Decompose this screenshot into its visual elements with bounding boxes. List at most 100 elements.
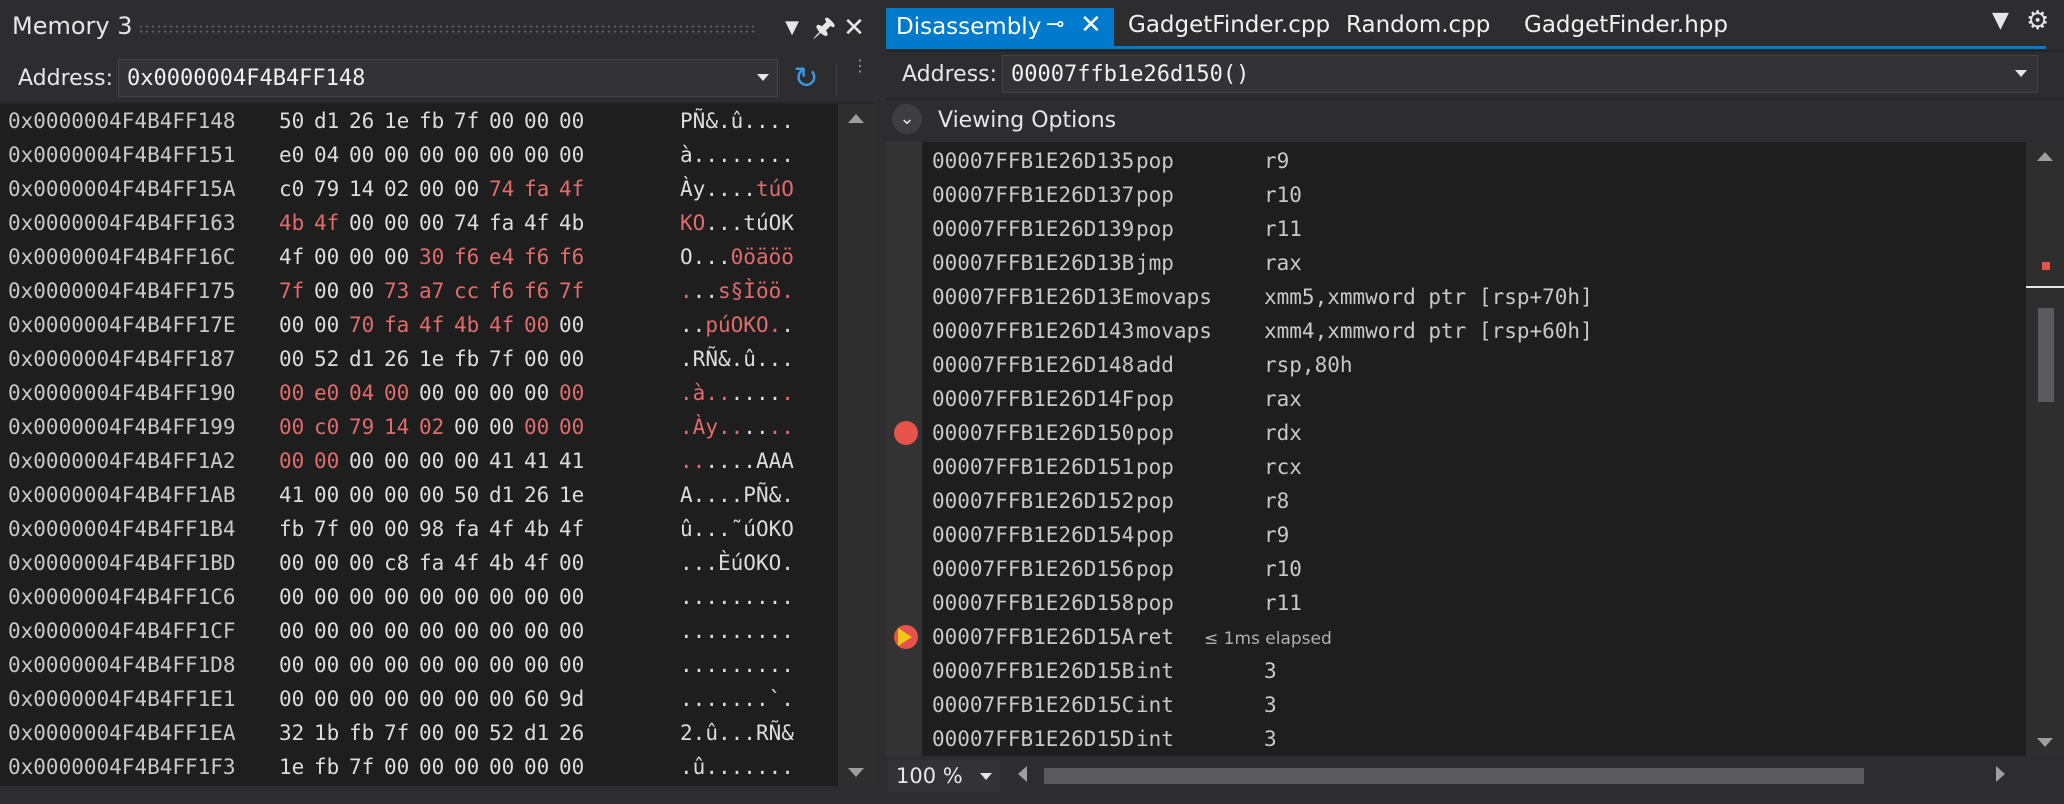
memory-byte[interactable]: 00 bbox=[489, 104, 514, 138]
memory-byte[interactable]: 02 bbox=[384, 172, 409, 206]
memory-byte[interactable]: 00 bbox=[419, 138, 444, 172]
memory-byte[interactable]: 7f bbox=[279, 274, 304, 308]
memory-byte[interactable]: 00 bbox=[454, 580, 479, 614]
memory-byte[interactable]: 00 bbox=[384, 614, 409, 648]
memory-byte[interactable]: 00 bbox=[349, 682, 374, 716]
memory-byte[interactable]: 00 bbox=[384, 240, 409, 274]
title-bar-grip[interactable] bbox=[138, 24, 758, 34]
close-icon[interactable]: ✕ bbox=[838, 10, 870, 46]
memory-byte[interactable]: 04 bbox=[349, 376, 374, 410]
tab-gadgetfinder-cpp[interactable]: GadgetFinder.cpp bbox=[1128, 12, 1330, 38]
memory-byte[interactable]: 00 bbox=[279, 376, 304, 410]
memory-byte[interactable]: 00 bbox=[314, 682, 339, 716]
disassembly-address-input[interactable]: 00007ffb1e26d150() bbox=[1002, 55, 2038, 93]
memory-byte[interactable]: fa bbox=[524, 172, 549, 206]
memory-byte[interactable]: 00 bbox=[314, 274, 339, 308]
memory-byte[interactable]: 00 bbox=[384, 682, 409, 716]
memory-byte[interactable]: 00 bbox=[279, 410, 304, 444]
breakpoint-gutter[interactable] bbox=[886, 142, 922, 756]
memory-byte[interactable]: 1e bbox=[279, 750, 304, 784]
scroll-right-icon[interactable] bbox=[1996, 766, 2005, 782]
memory-byte[interactable]: 00 bbox=[454, 138, 479, 172]
pane-splitter[interactable] bbox=[874, 0, 886, 804]
chevron-down-icon[interactable] bbox=[980, 773, 992, 780]
memory-byte[interactable]: 4b bbox=[559, 206, 584, 240]
memory-byte[interactable]: 00 bbox=[454, 750, 479, 784]
memory-byte[interactable]: 00 bbox=[384, 138, 409, 172]
memory-byte[interactable]: e4 bbox=[489, 240, 514, 274]
memory-byte[interactable]: 00 bbox=[489, 682, 514, 716]
memory-byte[interactable]: f6 bbox=[559, 240, 584, 274]
memory-byte[interactable]: 7f bbox=[314, 512, 339, 546]
memory-byte[interactable]: 00 bbox=[489, 376, 514, 410]
memory-byte[interactable]: f6 bbox=[524, 240, 549, 274]
memory-byte[interactable]: 00 bbox=[279, 682, 304, 716]
memory-byte[interactable]: fa bbox=[419, 546, 444, 580]
memory-byte[interactable]: 00 bbox=[349, 240, 374, 274]
pin-icon[interactable]: 🖈 bbox=[808, 10, 840, 46]
refresh-icon[interactable]: ↻ bbox=[788, 62, 824, 96]
memory-byte[interactable]: 4b bbox=[489, 546, 514, 580]
memory-byte[interactable]: 41 bbox=[559, 444, 584, 478]
memory-byte[interactable]: 1e bbox=[419, 342, 444, 376]
memory-byte[interactable]: 7f bbox=[349, 750, 374, 784]
window-position-dropdown-icon[interactable]: ▼ bbox=[776, 10, 808, 46]
memory-byte[interactable]: 00 bbox=[524, 104, 549, 138]
memory-byte[interactable]: 00 bbox=[419, 614, 444, 648]
memory-address-value[interactable]: 0x0000004F4B4FF148 bbox=[127, 66, 365, 91]
memory-byte[interactable]: 00 bbox=[454, 410, 479, 444]
breakpoint-icon[interactable] bbox=[894, 421, 918, 445]
memory-byte[interactable]: 60 bbox=[524, 682, 549, 716]
memory-byte[interactable]: 00 bbox=[314, 614, 339, 648]
memory-byte[interactable]: 32 bbox=[279, 716, 304, 750]
scrollbar-thumb[interactable] bbox=[2038, 308, 2054, 402]
memory-byte[interactable]: 00 bbox=[314, 580, 339, 614]
memory-byte[interactable]: 00 bbox=[419, 478, 444, 512]
memory-byte[interactable]: 00 bbox=[559, 750, 584, 784]
memory-byte[interactable]: 00 bbox=[349, 648, 374, 682]
zoom-value[interactable]: 100 % bbox=[896, 764, 963, 788]
disassembly-vertical-scrollbar[interactable] bbox=[2026, 142, 2064, 756]
memory-byte[interactable]: 00 bbox=[384, 750, 409, 784]
memory-byte[interactable]: 4f bbox=[559, 512, 584, 546]
memory-byte[interactable]: 00 bbox=[559, 342, 584, 376]
memory-byte[interactable]: 00 bbox=[559, 376, 584, 410]
memory-byte[interactable]: 00 bbox=[314, 546, 339, 580]
memory-byte[interactable]: 00 bbox=[419, 648, 444, 682]
memory-byte[interactable]: 00 bbox=[489, 138, 514, 172]
memory-byte[interactable]: 14 bbox=[349, 172, 374, 206]
memory-byte[interactable]: 00 bbox=[524, 138, 549, 172]
perf-tip-elapsed[interactable]: ≤ 1ms elapsed bbox=[1204, 622, 1332, 656]
chevron-down-icon[interactable] bbox=[757, 74, 769, 81]
memory-byte[interactable]: 50 bbox=[454, 478, 479, 512]
memory-byte[interactable]: 4f bbox=[279, 240, 304, 274]
tab-disassembly-label[interactable]: Disassembly bbox=[896, 14, 1041, 40]
memory-byte[interactable]: 7f bbox=[559, 274, 584, 308]
memory-byte[interactable]: 00 bbox=[559, 104, 584, 138]
memory-byte[interactable]: fb bbox=[419, 104, 444, 138]
gear-icon[interactable]: ⚙ bbox=[2026, 6, 2049, 36]
memory-byte[interactable]: 00 bbox=[559, 308, 584, 342]
memory-byte[interactable]: 00 bbox=[454, 444, 479, 478]
memory-byte[interactable]: fb bbox=[349, 716, 374, 750]
memory-byte[interactable]: f6 bbox=[524, 274, 549, 308]
memory-byte[interactable]: 00 bbox=[524, 308, 549, 342]
memory-byte[interactable]: 00 bbox=[419, 172, 444, 206]
memory-byte[interactable]: 00 bbox=[419, 444, 444, 478]
memory-byte[interactable]: 74 bbox=[489, 172, 514, 206]
memory-byte[interactable]: 79 bbox=[349, 410, 374, 444]
chevron-down-icon[interactable]: ⌄ bbox=[892, 104, 922, 134]
memory-byte[interactable]: a7 bbox=[419, 274, 444, 308]
memory-byte[interactable]: 04 bbox=[314, 138, 339, 172]
memory-byte[interactable]: 00 bbox=[384, 580, 409, 614]
memory-byte[interactable]: c0 bbox=[279, 172, 304, 206]
memory-byte[interactable]: 00 bbox=[524, 580, 549, 614]
memory-byte[interactable]: 00 bbox=[559, 410, 584, 444]
memory-byte[interactable]: 4b bbox=[454, 308, 479, 342]
memory-byte[interactable]: 00 bbox=[419, 716, 444, 750]
memory-byte[interactable]: 50 bbox=[279, 104, 304, 138]
memory-byte[interactable]: 00 bbox=[349, 478, 374, 512]
memory-byte[interactable]: 74 bbox=[454, 206, 479, 240]
memory-byte[interactable]: 1b bbox=[314, 716, 339, 750]
memory-byte[interactable]: 26 bbox=[384, 342, 409, 376]
